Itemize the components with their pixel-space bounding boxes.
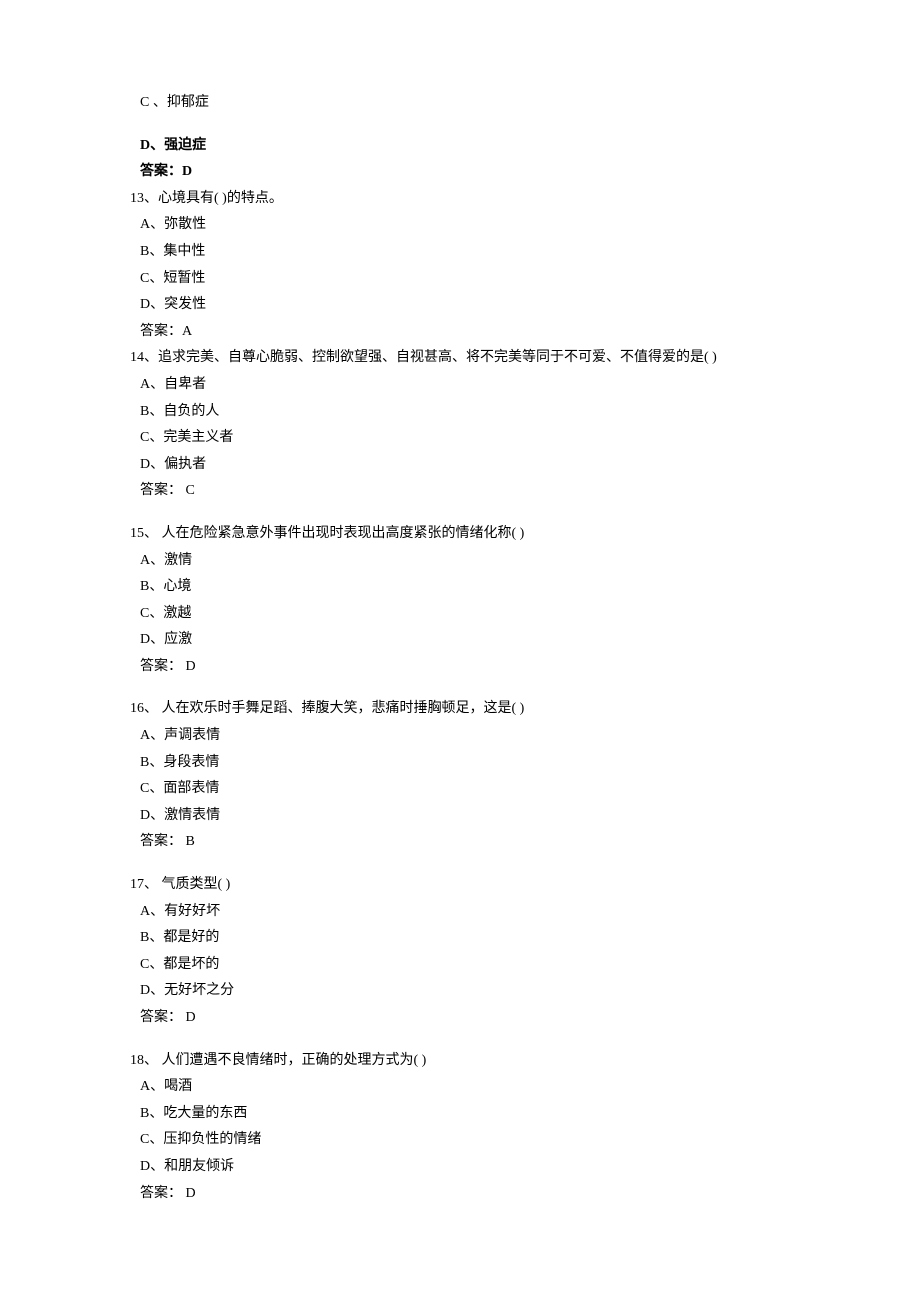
spacer [130,1032,790,1048]
q15-option-b: B、心境 [130,574,790,601]
q17-option-b: B、都是好的 [130,925,790,952]
q16-option-d: D、激情表情 [130,803,790,830]
spacer [130,117,790,133]
q18-stem: 18、 人们遭遇不良情绪时，正确的处理方式为( ) [130,1048,790,1075]
q14-option-a: A、自卑者 [130,372,790,399]
q16-option-a: A、声调表情 [130,723,790,750]
spacer [130,680,790,696]
spacer [130,505,790,521]
q15-stem: 15、 人在危险紧急意外事件出现时表现出高度紧张的情绪化称( ) [130,521,790,548]
q16-answer: 答案： B [130,829,790,856]
q14-option-c: C、完美主义者 [130,425,790,452]
q16-option-c: C、面部表情 [130,776,790,803]
q15-option-c: C、激越 [130,601,790,628]
q16-stem: 16、 人在欢乐时手舞足蹈、捧腹大笑，悲痛时捶胸顿足，这是( ) [130,696,790,723]
q12-option-c: C 、抑郁症 [130,90,790,117]
q13-option-c: C、短暂性 [130,266,790,293]
q13-stem: 13、心境具有( )的特点。 [130,186,790,213]
q13-option-a: A、弥散性 [130,212,790,239]
q14-option-d: D、偏执者 [130,452,790,479]
q18-option-c: C、压抑负性的情绪 [130,1127,790,1154]
q17-option-c: C、都是坏的 [130,952,790,979]
q12-answer: 答案：D [130,159,790,186]
q17-option-a: A、有好好坏 [130,899,790,926]
q15-option-a: A、激情 [130,548,790,575]
q15-answer: 答案： D [130,654,790,681]
q18-option-d: D、和朋友倾诉 [130,1154,790,1181]
q18-answer: 答案： D [130,1181,790,1208]
spacer [130,856,790,872]
q13-option-d: D、突发性 [130,292,790,319]
q14-stem: 14、追求完美、自尊心脆弱、控制欲望强、自视甚高、将不完美等同于不可爱、不值得爱… [130,345,790,372]
q12-option-d: D、强迫症 [130,133,790,160]
q16-option-b: B、身段表情 [130,750,790,777]
q14-option-b: B、自负的人 [130,399,790,426]
q18-option-a: A、喝酒 [130,1074,790,1101]
q13-answer: 答案：A [130,319,790,346]
q15-option-d: D、应激 [130,627,790,654]
q18-option-b: B、吃大量的东西 [130,1101,790,1128]
q17-option-d: D、无好坏之分 [130,978,790,1005]
q13-option-b: B、集中性 [130,239,790,266]
q17-answer: 答案： D [130,1005,790,1032]
q17-stem: 17、 气质类型( ) [130,872,790,899]
q14-answer: 答案： C [130,478,790,505]
